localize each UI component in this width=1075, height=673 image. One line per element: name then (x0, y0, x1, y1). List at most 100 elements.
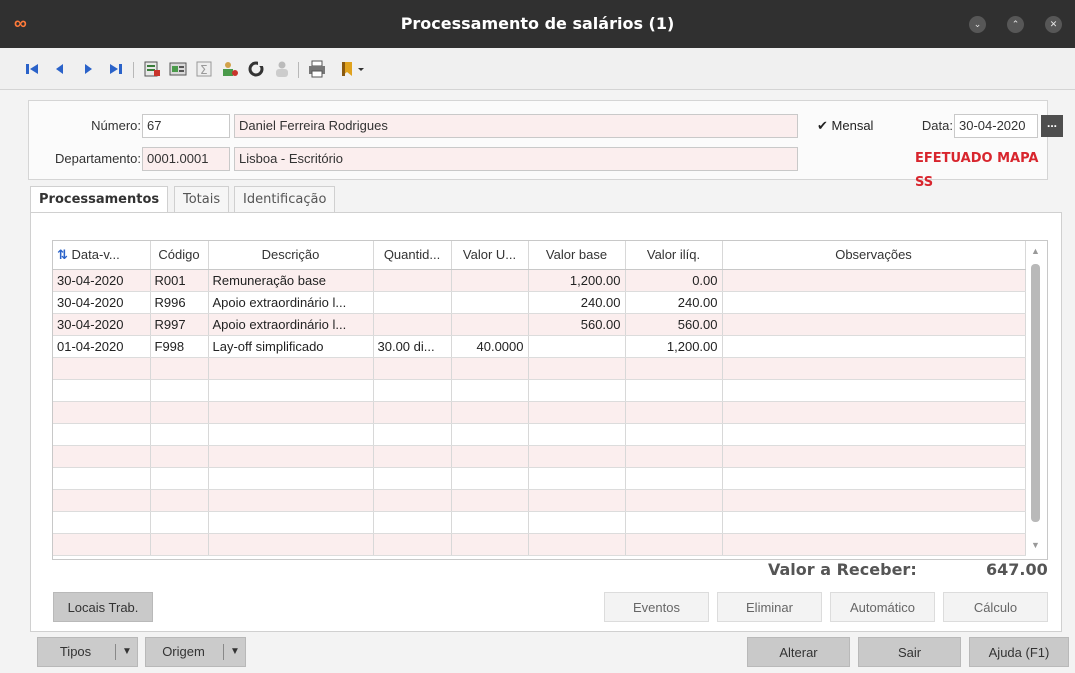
table-cell (373, 533, 452, 556)
processamentos-grid[interactable]: ⇅ Data-v... Código Descrição Quantid... … (52, 240, 1048, 560)
check-icon: ✔ (817, 118, 828, 133)
minimize-icon[interactable]: ⌄ (969, 16, 986, 33)
scroll-down-icon[interactable]: ▼ (1031, 540, 1040, 550)
column-header-valor-unitario[interactable]: Valor U... (451, 241, 529, 270)
table-row[interactable]: 01-04-2020 F998 Lay-off simplificado 30.00 … (53, 335, 1026, 358)
mensal-label: Mensal (831, 118, 874, 133)
table-cell (150, 489, 209, 512)
print-icon[interactable] (307, 59, 327, 79)
status-badge: EFETUADO MAPA SS (915, 151, 1039, 190)
column-header-data[interactable]: ⇅ Data-v... (53, 241, 151, 270)
table-cell (722, 269, 1026, 292)
scroll-thumb[interactable] (1031, 264, 1040, 522)
table-cell (208, 379, 374, 402)
table-row[interactable] (53, 379, 1026, 402)
sair-button[interactable]: Sair (858, 637, 961, 667)
user-icon[interactable] (272, 59, 292, 79)
table-row[interactable] (53, 467, 1026, 490)
sum-icon[interactable]: Σ (194, 59, 214, 79)
title-bar: ∞ Processamento de salários (1) ⌄ ⌃ ✕ (0, 0, 1075, 48)
table-cell: 0.00 (625, 269, 723, 292)
mensal-checkbox[interactable]: ✔ Mensal (817, 114, 873, 138)
close-icon[interactable]: ✕ (1045, 16, 1062, 33)
table-cell (722, 489, 1026, 512)
column-header-observacoes[interactable]: Observações (722, 241, 1026, 270)
table-row[interactable]: 30-04-2020 R001 Remuneração base 1,200.00 0.… (53, 269, 1026, 292)
table-cell (722, 379, 1026, 402)
locais-trab-button[interactable]: Locais Trab. (53, 592, 153, 622)
table-cell (451, 533, 529, 556)
table-cell: 30-04-2020 (53, 291, 151, 314)
user-settings-icon[interactable] (220, 59, 240, 79)
table-row[interactable]: 30-04-2020 R996 Apoio extraordinário l... 2… (53, 291, 1026, 314)
scroll-up-icon[interactable]: ▲ (1031, 246, 1040, 256)
table-row[interactable] (53, 511, 1026, 534)
table-cell (625, 357, 723, 380)
column-header-descricao[interactable]: Descrição (208, 241, 374, 270)
origem-dropdown-icon[interactable]: ▼ (224, 638, 246, 666)
table-cell (208, 445, 374, 468)
table-cell (451, 313, 529, 336)
tipos-dropdown-icon[interactable]: ▼ (116, 638, 138, 666)
table-row[interactable] (53, 401, 1026, 424)
tab-identificacao[interactable]: Identificação (234, 186, 336, 212)
alterar-button[interactable]: Alterar (747, 637, 850, 667)
column-header-valor-iliquido[interactable]: Valor ilíq. (625, 241, 723, 270)
table-cell (53, 423, 151, 446)
automatico-button[interactable]: Automático (830, 592, 935, 622)
eliminar-button[interactable]: Eliminar (717, 592, 822, 622)
ajuda-button[interactable]: Ajuda (F1) (969, 637, 1069, 667)
origem-split-button[interactable]: Origem ▼ (145, 637, 246, 667)
table-cell: R001 (150, 269, 209, 292)
table-row[interactable] (53, 489, 1026, 512)
tipos-split-button[interactable]: Tipos ▼ (37, 637, 138, 667)
table-cell (208, 489, 374, 512)
table-row[interactable] (53, 533, 1026, 556)
table-cell (53, 445, 151, 468)
data-field[interactable]: 30-04-2020 (954, 114, 1038, 138)
card-icon[interactable] (168, 59, 188, 79)
dropdown-arrow-icon[interactable] (356, 59, 366, 79)
column-header-codigo[interactable]: Código (150, 241, 209, 270)
maximize-icon[interactable]: ⌃ (1007, 16, 1024, 33)
table-cell (451, 379, 529, 402)
column-header-quantidade[interactable]: Quantid... (373, 241, 452, 270)
table-row[interactable] (53, 445, 1026, 468)
table-cell: 30-04-2020 (53, 269, 151, 292)
table-cell (625, 511, 723, 534)
record-edit-icon[interactable] (142, 59, 162, 79)
grid-scrollbar[interactable]: ▲ ▼ (1026, 242, 1046, 558)
table-cell (373, 401, 452, 424)
numero-field[interactable]: 67 (142, 114, 230, 138)
column-header-valor-base[interactable]: Valor base (528, 241, 626, 270)
table-cell (208, 533, 374, 556)
bookmark-icon[interactable] (337, 59, 357, 79)
departamento-field[interactable]: 0001.0001 (142, 147, 230, 171)
date-picker-button[interactable]: ... (1041, 115, 1063, 137)
tipos-label[interactable]: Tipos (38, 638, 113, 666)
last-record-icon[interactable] (106, 59, 126, 79)
tab-processamentos[interactable]: Processamentos (30, 186, 169, 213)
table-cell (373, 291, 452, 314)
first-record-icon[interactable] (22, 59, 42, 79)
origem-label[interactable]: Origem (146, 638, 221, 666)
table-row[interactable] (53, 357, 1026, 380)
table-cell (722, 423, 1026, 446)
table-row[interactable]: 30-04-2020 R997 Apoio extraordinário l... 5… (53, 313, 1026, 336)
table-cell (451, 511, 529, 534)
calculo-button[interactable]: Cálculo (943, 592, 1048, 622)
tab-totais[interactable]: Totais (174, 186, 230, 212)
table-cell: 560.00 (625, 313, 723, 336)
eventos-button[interactable]: Eventos (604, 592, 709, 622)
table-cell: R997 (150, 313, 209, 336)
next-record-icon[interactable] (78, 59, 98, 79)
table-cell (451, 269, 529, 292)
table-row[interactable] (53, 423, 1026, 446)
table-cell (150, 511, 209, 534)
employee-name-field: Daniel Ferreira Rodrigues (234, 114, 798, 138)
table-cell (722, 291, 1026, 314)
grid-header-row: ⇅ Data-v... Código Descrição Quantid... … (53, 241, 1026, 270)
table-cell: 560.00 (528, 313, 626, 336)
previous-record-icon[interactable] (50, 59, 70, 79)
refresh-icon[interactable] (246, 59, 266, 79)
